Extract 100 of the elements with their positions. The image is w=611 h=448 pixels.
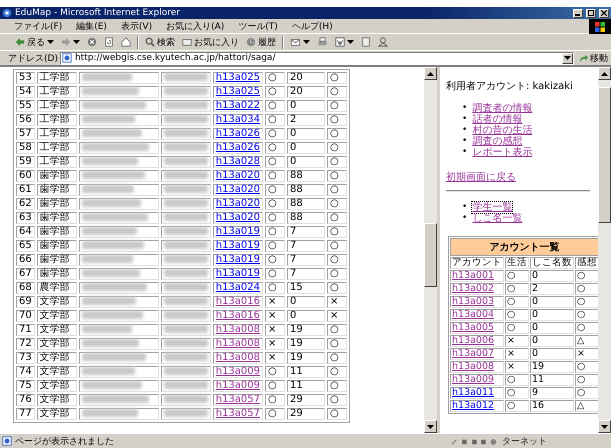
scroll-down-button[interactable] <box>598 420 611 433</box>
blurred-id <box>164 199 208 208</box>
menu-item[interactable]: ヘルプ(H) <box>292 20 333 32</box>
menu-item[interactable]: 編集(E) <box>76 20 107 32</box>
table-cell: 歯学部 <box>36 198 77 210</box>
toolbar-button[interactable]: 履歴 <box>245 36 277 48</box>
blurred-name <box>82 73 132 82</box>
table-cell: 77 <box>16 408 35 420</box>
menu-item[interactable]: ツール(T) <box>238 20 278 32</box>
scroll-up-button[interactable] <box>424 67 437 80</box>
menu-link[interactable]: 話者の情報 <box>472 114 522 125</box>
close-button[interactable] <box>599 8 609 18</box>
table-cell: ○ <box>327 324 348 336</box>
table-cell: 63 <box>16 212 35 224</box>
table-cell: 0 <box>287 128 326 140</box>
table-cell: × <box>505 361 529 373</box>
back-link[interactable]: 初期画面に戻る <box>446 172 516 183</box>
scroll-thumb[interactable] <box>424 222 437 288</box>
browser-icon <box>2 8 12 18</box>
scrollbar[interactable] <box>424 67 437 433</box>
menu-item[interactable]: お気に入り(A) <box>166 20 224 32</box>
table-cell: ○ <box>265 198 286 210</box>
list-link[interactable]: 学生一覧 <box>472 202 512 213</box>
table-cell: ○ <box>265 184 286 196</box>
print-button[interactable] <box>316 37 329 47</box>
blurred-name <box>82 227 137 236</box>
discuss-button[interactable] <box>360 37 372 47</box>
table-cell: 56 <box>16 114 35 126</box>
table-cell: ○ <box>265 86 286 98</box>
list-link[interactable]: しこ名一覧 <box>472 213 522 224</box>
menu-item[interactable]: 表示(V) <box>120 20 152 32</box>
scroll-thumb[interactable] <box>598 86 611 223</box>
forward-button[interactable] <box>60 37 81 47</box>
toolbar-button[interactable]: お気に入り <box>181 36 240 48</box>
address-field[interactable]: http://webgis.cse.kyutech.ac.jp/hattori/saga/ <box>60 52 574 64</box>
blurred-id <box>164 311 208 320</box>
blurred-id <box>164 395 208 404</box>
table-cell: 文学部 <box>36 380 77 392</box>
table-cell: 73 <box>16 352 35 364</box>
blurred-name <box>82 241 144 250</box>
scroll-down-button[interactable] <box>424 420 437 433</box>
toolbar-button[interactable]: 戻る <box>14 36 55 48</box>
blurred-id <box>164 283 208 292</box>
table-cell: 0 <box>530 348 574 360</box>
blurred-id <box>164 129 208 138</box>
table-cell: ○ <box>327 394 348 406</box>
table-cell: 11 <box>530 374 574 386</box>
table-cell: 文学部 <box>36 352 77 364</box>
table-cell: × <box>265 352 286 364</box>
messenger-button[interactable] <box>377 37 389 47</box>
table-cell: 文学部 <box>36 310 77 322</box>
minimize-button[interactable] <box>573 8 583 18</box>
stop-button[interactable] <box>86 37 98 47</box>
blurred-id <box>164 87 208 96</box>
table-cell: × <box>265 338 286 350</box>
blurred-id <box>164 73 208 82</box>
menu-link[interactable]: レポート表示 <box>472 147 532 158</box>
forward-arrow-icon <box>61 37 71 47</box>
blurred-name <box>82 213 148 222</box>
table-cell: 0 <box>530 296 574 308</box>
table-cell: 76 <box>16 394 35 406</box>
table-cell: 60 <box>16 170 35 182</box>
table-cell: ○ <box>265 254 286 266</box>
address-dropdown-button[interactable] <box>562 52 573 64</box>
table-cell: ○ <box>505 374 529 386</box>
menu-link[interactable]: 村の昔の生活 <box>472 125 532 136</box>
maximize-button[interactable] <box>586 8 596 18</box>
scroll-up-button[interactable] <box>598 67 611 80</box>
table-cell: 88 <box>287 184 326 196</box>
table-cell: 2 <box>530 283 574 295</box>
table-cell: 工学部 <box>36 128 77 140</box>
table-cell: ○ <box>327 128 348 140</box>
table-cell: ○ <box>265 282 286 294</box>
go-button[interactable]: 移動 <box>576 52 611 64</box>
blurred-name <box>82 101 146 110</box>
blurred-id <box>164 157 208 166</box>
bullet: • <box>462 213 468 224</box>
table-cell: ○ <box>265 408 286 420</box>
table-cell: 0 <box>287 156 326 168</box>
table-cell: ○ <box>327 366 348 378</box>
table-cell: 文学部 <box>36 324 77 336</box>
edit-button[interactable] <box>334 37 355 47</box>
table-cell: × <box>327 310 348 322</box>
table-cell: 65 <box>16 240 35 252</box>
menu-link[interactable]: 調査の感想 <box>472 136 522 147</box>
blurred-id <box>164 409 208 418</box>
table-cell: ○ <box>327 240 348 252</box>
table-cell: 歯学部 <box>36 268 77 280</box>
refresh-button[interactable] <box>103 37 115 47</box>
menu-item[interactable]: ファイル(F) <box>14 20 62 32</box>
scrollbar[interactable] <box>598 67 611 433</box>
table-cell: ○ <box>327 380 348 392</box>
toolbar-button[interactable]: 検索 <box>144 36 176 48</box>
menu-link[interactable]: 調査者の情報 <box>472 103 532 114</box>
home-button[interactable] <box>120 37 132 47</box>
mail-button[interactable] <box>289 37 311 47</box>
table-cell: ○ <box>505 283 529 295</box>
bullet: • <box>462 136 468 147</box>
table-cell: 62 <box>16 198 35 210</box>
table-cell: 72 <box>16 338 35 350</box>
